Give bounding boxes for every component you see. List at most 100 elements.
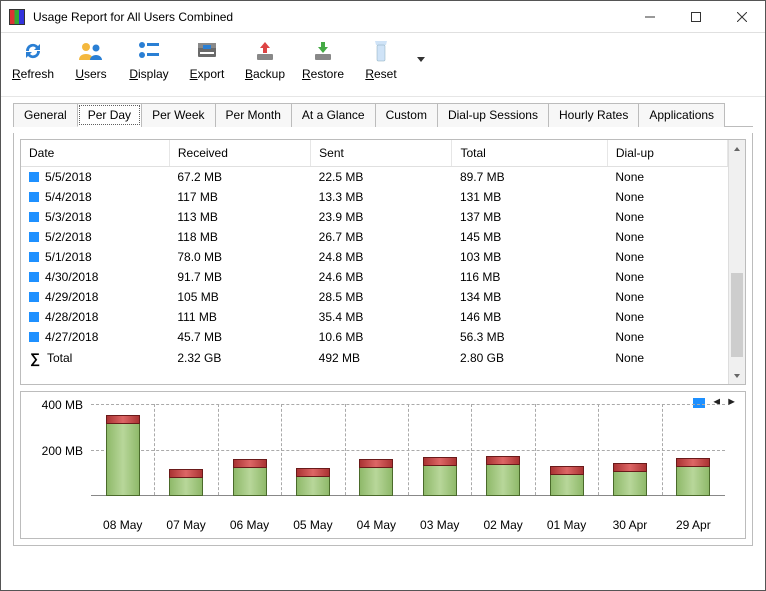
row-icon [29,292,39,302]
tab-bar: General Per Day Per Week Per Month At a … [1,97,765,127]
cell-date: 5/2/2018 [45,230,92,244]
table-total-row[interactable]: ∑ Total 2.32 GB492 MB2.80 GBNone [21,347,728,369]
reset-label: Reset [365,67,396,81]
tab-custom[interactable]: Custom [375,103,438,127]
app-icon [9,9,25,25]
chart-next-button[interactable]: ► [726,396,737,408]
tab-applications[interactable]: Applications [638,103,725,127]
display-icon [133,39,165,63]
col-total[interactable]: Total [452,140,607,167]
chart-x-labels: 08 May07 May06 May05 May04 May03 May02 M… [91,518,725,532]
cell-total: 131 MB [452,187,607,207]
cell-sent: 13.3 MB [311,187,452,207]
bar [233,466,267,496]
tab-dialup-sessions[interactable]: Dial-up Sessions [437,103,549,127]
cell-total-label: Total [47,351,72,365]
cell-received: 2.32 GB [169,347,310,369]
col-received[interactable]: Received [169,140,310,167]
cell-date: 4/29/2018 [45,290,98,304]
col-dialup[interactable]: Dial-up [607,140,727,167]
restore-button[interactable]: Restore [301,39,345,81]
users-button[interactable]: Users [69,39,113,81]
tab-at-a-glance[interactable]: At a Glance [291,103,376,127]
bar-column [154,404,217,496]
tab-per-day[interactable]: Per Day [77,103,142,127]
bar-column [535,404,598,496]
export-button[interactable]: Export [185,39,229,81]
row-icon [29,212,39,222]
table-row[interactable]: 5/5/201867.2 MB22.5 MB89.7 MBNone [21,167,728,188]
display-button[interactable]: Display [127,39,171,81]
table-row[interactable]: 4/28/2018111 MB35.4 MB146 MBNone [21,307,728,327]
bar-column [662,404,725,496]
row-icon [29,272,39,282]
cell-sent: 10.6 MB [311,327,452,347]
cell-dialup: None [607,347,727,369]
table-row[interactable]: 4/27/201845.7 MB10.6 MB56.3 MBNone [21,327,728,347]
reset-button[interactable]: Reset [359,39,403,81]
toolbar-more-dropdown[interactable] [417,57,425,62]
bar [613,470,647,496]
cell-dialup: None [607,327,727,347]
scroll-up-icon[interactable] [729,140,745,157]
bar-column [471,404,534,496]
users-label: Users [75,67,106,81]
cell-dialup: None [607,287,727,307]
bar-column [598,404,661,496]
backup-label: Backup [245,67,285,81]
col-date[interactable]: Date [21,140,169,167]
toolbar: Refresh Users Display Export Backup Rest… [1,33,765,97]
bar-column [345,404,408,496]
cell-sent: 28.5 MB [311,287,452,307]
bar-column [218,404,281,496]
cell-sent: 26.7 MB [311,227,452,247]
table-row[interactable]: 4/30/201891.7 MB24.6 MB116 MBNone [21,267,728,287]
cell-sent: 492 MB [311,347,452,369]
row-icon [29,252,39,262]
x-label: 03 May [408,518,471,532]
sigma-icon: ∑ [29,350,41,366]
reset-icon [365,39,397,63]
table-row[interactable]: 5/2/2018118 MB26.7 MB145 MBNone [21,227,728,247]
row-icon [29,172,39,182]
cell-received: 67.2 MB [169,167,310,188]
cell-total: 56.3 MB [452,327,607,347]
table-row[interactable]: 5/1/201878.0 MB24.8 MB103 MBNone [21,247,728,267]
bar [486,463,520,496]
table-row[interactable]: 5/4/2018 117 MB13.3 MB131 MBNone [21,187,728,207]
scroll-track[interactable] [729,157,745,367]
col-sent[interactable]: Sent [311,140,452,167]
maximize-button[interactable] [673,1,719,33]
cell-sent: 23.9 MB [311,207,452,227]
export-label: Export [190,67,225,81]
display-label: Display [129,67,168,81]
restore-icon [307,39,339,63]
close-button[interactable] [719,1,765,33]
refresh-button[interactable]: Refresh [11,39,55,81]
bar-column [408,404,471,496]
cell-dialup: None [607,187,727,207]
table-row[interactable]: 4/29/2018105 MB28.5 MB134 MBNone [21,287,728,307]
cell-total: 116 MB [452,267,607,287]
x-label: 01 May [535,518,598,532]
x-label: 05 May [281,518,344,532]
tab-hourly-rates[interactable]: Hourly Rates [548,103,639,127]
bar [106,422,140,496]
table-scrollbar[interactable] [728,140,745,384]
cell-received: 117 MB [169,187,310,207]
cell-date: 5/4/2018 [45,190,92,204]
cell-total: 2.80 GB [452,347,607,369]
x-label: 29 Apr [662,518,725,532]
cell-received: 118 MB [169,227,310,247]
minimize-button[interactable] [627,1,673,33]
cell-received: 113 MB [169,207,310,227]
table-row[interactable]: 5/3/2018113 MB23.9 MB137 MBNone [21,207,728,227]
tab-per-week[interactable]: Per Week [141,103,215,127]
tab-per-month[interactable]: Per Month [215,103,292,127]
scroll-down-icon[interactable] [729,367,745,384]
scroll-thumb[interactable] [731,273,743,357]
row-icon [29,192,39,202]
cell-total: 137 MB [452,207,607,227]
backup-button[interactable]: Backup [243,39,287,81]
tab-general[interactable]: General [13,103,78,127]
